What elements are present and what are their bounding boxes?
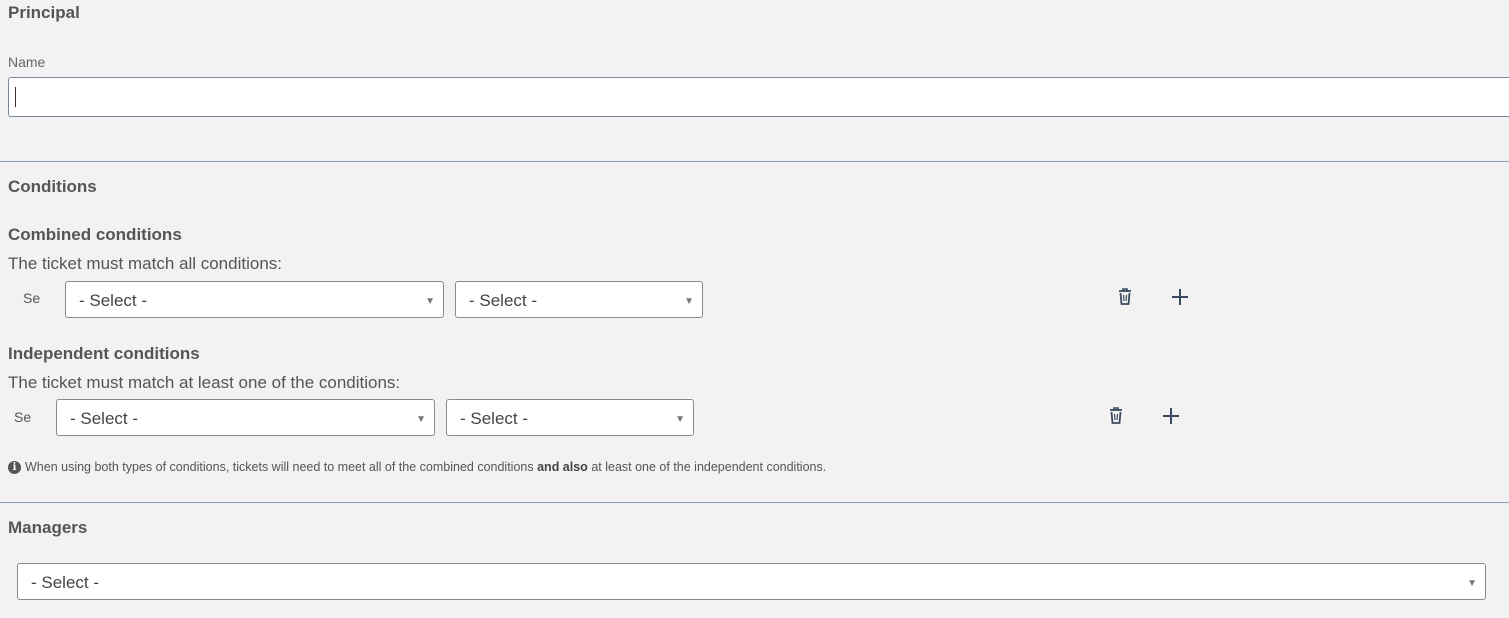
chevron-down-icon: ▼ [684,296,694,307]
section-divider [0,502,1509,503]
note-text-before: When using both types of conditions, tic… [25,460,534,474]
form-page: Principal Name Conditions Combined condi… [0,0,1509,618]
note-text-bold: and also [537,460,588,474]
chevron-down-icon: ▼ [425,296,435,307]
name-input[interactable] [8,77,1509,117]
independent-field-select[interactable]: - Select - ▼ [56,399,435,436]
managers-select[interactable]: - Select - ▼ [17,563,1486,600]
section-divider [0,161,1509,162]
principal-title: Principal [8,3,80,22]
combined-conditions-description: The ticket must match all conditions: [8,254,283,273]
managers-select-value: - Select - [31,573,100,592]
combined-operator-select[interactable]: - Select - ▼ [455,281,703,318]
trash-icon [1119,288,1131,305]
combined-field-select-value: - Select - [79,291,148,310]
combined-row-prefix: Se [23,290,41,306]
plus-icon [1172,289,1188,305]
combined-conditions-title: Combined conditions [8,225,182,244]
delete-independent-condition-button[interactable] [1105,405,1127,427]
info-icon: i [8,460,21,474]
delete-combined-condition-button[interactable] [1114,286,1136,308]
independent-conditions-title: Independent conditions [8,344,200,363]
trash-icon [1110,407,1122,424]
conditions-title: Conditions [8,177,97,196]
combined-operator-select-value: - Select - [469,291,538,310]
add-independent-condition-button[interactable] [1160,405,1182,427]
chevron-down-icon: ▼ [416,414,426,425]
text-cursor [15,87,16,107]
independent-operator-select-value: - Select - [460,409,529,428]
name-label: Name [8,54,46,70]
independent-field-select-value: - Select - [70,409,139,428]
plus-icon [1163,408,1179,424]
independent-operator-select[interactable]: - Select - ▼ [446,399,694,436]
managers-title: Managers [8,518,88,537]
combined-field-select[interactable]: - Select - ▼ [65,281,444,318]
independent-row-prefix: Se [14,409,32,425]
add-combined-condition-button[interactable] [1169,286,1191,308]
independent-conditions-description: The ticket must match at least one of th… [8,373,401,392]
chevron-down-icon: ▼ [1467,578,1477,589]
conditions-help-note: i When using both types of conditions, t… [8,460,826,474]
chevron-down-icon: ▼ [675,414,685,425]
note-text-after: at least one of the independent conditio… [591,460,827,474]
